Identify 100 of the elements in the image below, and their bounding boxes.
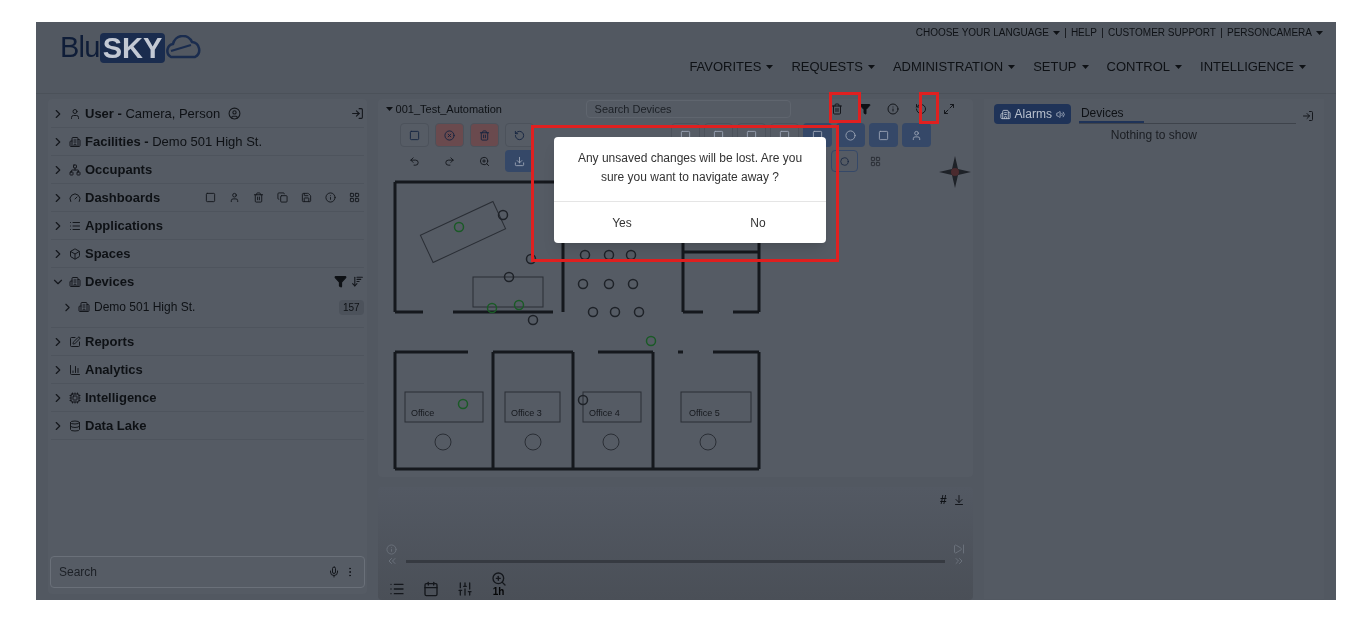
sliders-icon[interactable] [456, 581, 473, 597]
device-marker[interactable] [587, 306, 598, 318]
device-marker[interactable] [625, 249, 636, 261]
sidebar-item[interactable]: Analytics [85, 359, 143, 380]
caret-icon [1081, 64, 1089, 69]
device-marker[interactable] [627, 278, 638, 290]
top-link[interactable]: CUSTOMER SUPPORT [1108, 28, 1216, 38]
zoom-icon[interactable] [490, 571, 507, 587]
top-link[interactable]: CHOOSE YOUR LANGUAGE [915, 28, 1049, 38]
download-icon[interactable] [952, 494, 965, 506]
device-marker[interactable] [603, 278, 614, 290]
zoom-level: 1h [492, 587, 505, 597]
device-marker[interactable] [645, 335, 656, 347]
refresh-icon[interactable] [914, 103, 927, 115]
hash-label[interactable]: # [939, 491, 947, 509]
brand-logo[interactable]: BluSKY [60, 32, 202, 64]
device-marker[interactable] [453, 221, 464, 233]
device-marker[interactable] [486, 302, 497, 314]
nav-menu[interactable]: REQUESTS [791, 57, 863, 77]
dialog-message: Any unsaved changes will be lost. Are you sure you want to navigate away ? [576, 150, 804, 186]
info-icon[interactable] [886, 103, 899, 115]
window-icon[interactable] [204, 192, 216, 203]
circle-icon [839, 156, 849, 166]
device-marker[interactable] [525, 253, 536, 265]
tool-button[interactable] [469, 123, 499, 147]
nav-menu[interactable]: SETUP [1033, 57, 1077, 77]
device-marker[interactable] [577, 394, 588, 406]
sidebar-item[interactable]: Reports [85, 331, 135, 352]
search-field[interactable]: Search Devices [585, 100, 791, 118]
filter-icon[interactable] [333, 275, 347, 288]
sidebar-item[interactable]: Spaces [85, 243, 131, 264]
forward-icon[interactable] [952, 555, 965, 567]
tree-item[interactable]: Demo 501 High St. [94, 298, 196, 316]
count-badge: 157 [338, 299, 364, 315]
alarms-button[interactable]: Alarms [993, 104, 1071, 124]
trash-icon[interactable] [830, 103, 843, 115]
microphone-icon[interactable] [327, 566, 340, 578]
nav-menu[interactable]: ADMINISTRATION [892, 57, 1004, 77]
nav-menu[interactable]: CONTROL [1106, 57, 1171, 77]
user-icon[interactable] [228, 192, 240, 203]
dialog-button[interactable]: Yes [554, 202, 690, 243]
wall [677, 350, 683, 354]
sidebar-item[interactable]: Facilities - Demo 501 High St. [85, 131, 263, 152]
top-link[interactable]: HELP [1070, 28, 1097, 38]
device-marker[interactable] [497, 209, 508, 221]
device-marker[interactable] [633, 306, 644, 318]
map-title[interactable]: 001_Test_Automation [395, 100, 502, 118]
building-icon [69, 275, 81, 288]
device-marker[interactable] [609, 306, 620, 318]
dialog-button[interactable]: No [690, 202, 826, 243]
info-icon[interactable] [324, 192, 336, 203]
device-marker[interactable] [577, 278, 588, 290]
tool-button[interactable] [830, 150, 858, 172]
tool-button[interactable] [835, 123, 865, 147]
tool-button[interactable] [399, 123, 429, 147]
nav-menu[interactable]: INTELLIGENCE [1200, 57, 1294, 77]
grid-icon[interactable] [348, 192, 360, 203]
sidebar-item[interactable]: Applications [85, 215, 163, 236]
calendar-icon[interactable] [422, 581, 439, 597]
avatar-icon [228, 107, 242, 120]
tool-button[interactable] [868, 123, 898, 147]
tool-button[interactable] [504, 123, 534, 147]
table [472, 276, 544, 308]
circle-icon [844, 129, 856, 141]
nav-menu[interactable]: FAVORITES [689, 57, 762, 77]
search-input[interactable]: Search [59, 563, 328, 581]
filter-icon[interactable] [858, 103, 871, 115]
square-icon [877, 129, 889, 141]
square-icon [408, 129, 420, 141]
sidebar-item[interactable]: Devices [85, 271, 135, 292]
device-marker[interactable] [513, 299, 524, 311]
sidebar-item[interactable]: Occupants [85, 159, 153, 180]
top-link[interactable]: PERSONCAMERA [1227, 28, 1312, 38]
sidebar-item[interactable]: Data Lake [85, 415, 147, 436]
collapse-icon[interactable] [1302, 110, 1314, 122]
list-icon [69, 219, 81, 232]
tool-button[interactable] [901, 123, 931, 147]
device-marker[interactable] [527, 314, 538, 326]
device-marker[interactable] [457, 398, 468, 410]
sidebar-item[interactable]: Dashboards [85, 187, 161, 208]
logout-icon[interactable] [350, 107, 364, 120]
chair [434, 433, 452, 451]
search-field[interactable]: Search [50, 556, 365, 588]
save-icon[interactable] [300, 192, 312, 203]
copy-icon[interactable] [276, 192, 288, 203]
device-marker[interactable] [503, 271, 514, 283]
sidebar-item[interactable]: User - Camera, Person [85, 103, 221, 124]
device-marker[interactable] [579, 249, 590, 261]
devices-tab[interactable]: Devices [1078, 104, 1144, 123]
expand-icon[interactable] [942, 103, 955, 115]
device-marker[interactable] [603, 249, 614, 261]
sort-icon[interactable] [350, 275, 364, 288]
tool-button[interactable] [434, 123, 464, 147]
info-icon[interactable] [385, 543, 397, 555]
list-icon[interactable] [388, 581, 405, 597]
skip-icon[interactable] [952, 543, 965, 555]
trash-icon[interactable] [252, 192, 264, 203]
sidebar-item[interactable]: Intelligence [85, 387, 157, 408]
edit-icon [69, 335, 81, 348]
tool-button[interactable] [504, 150, 534, 172]
